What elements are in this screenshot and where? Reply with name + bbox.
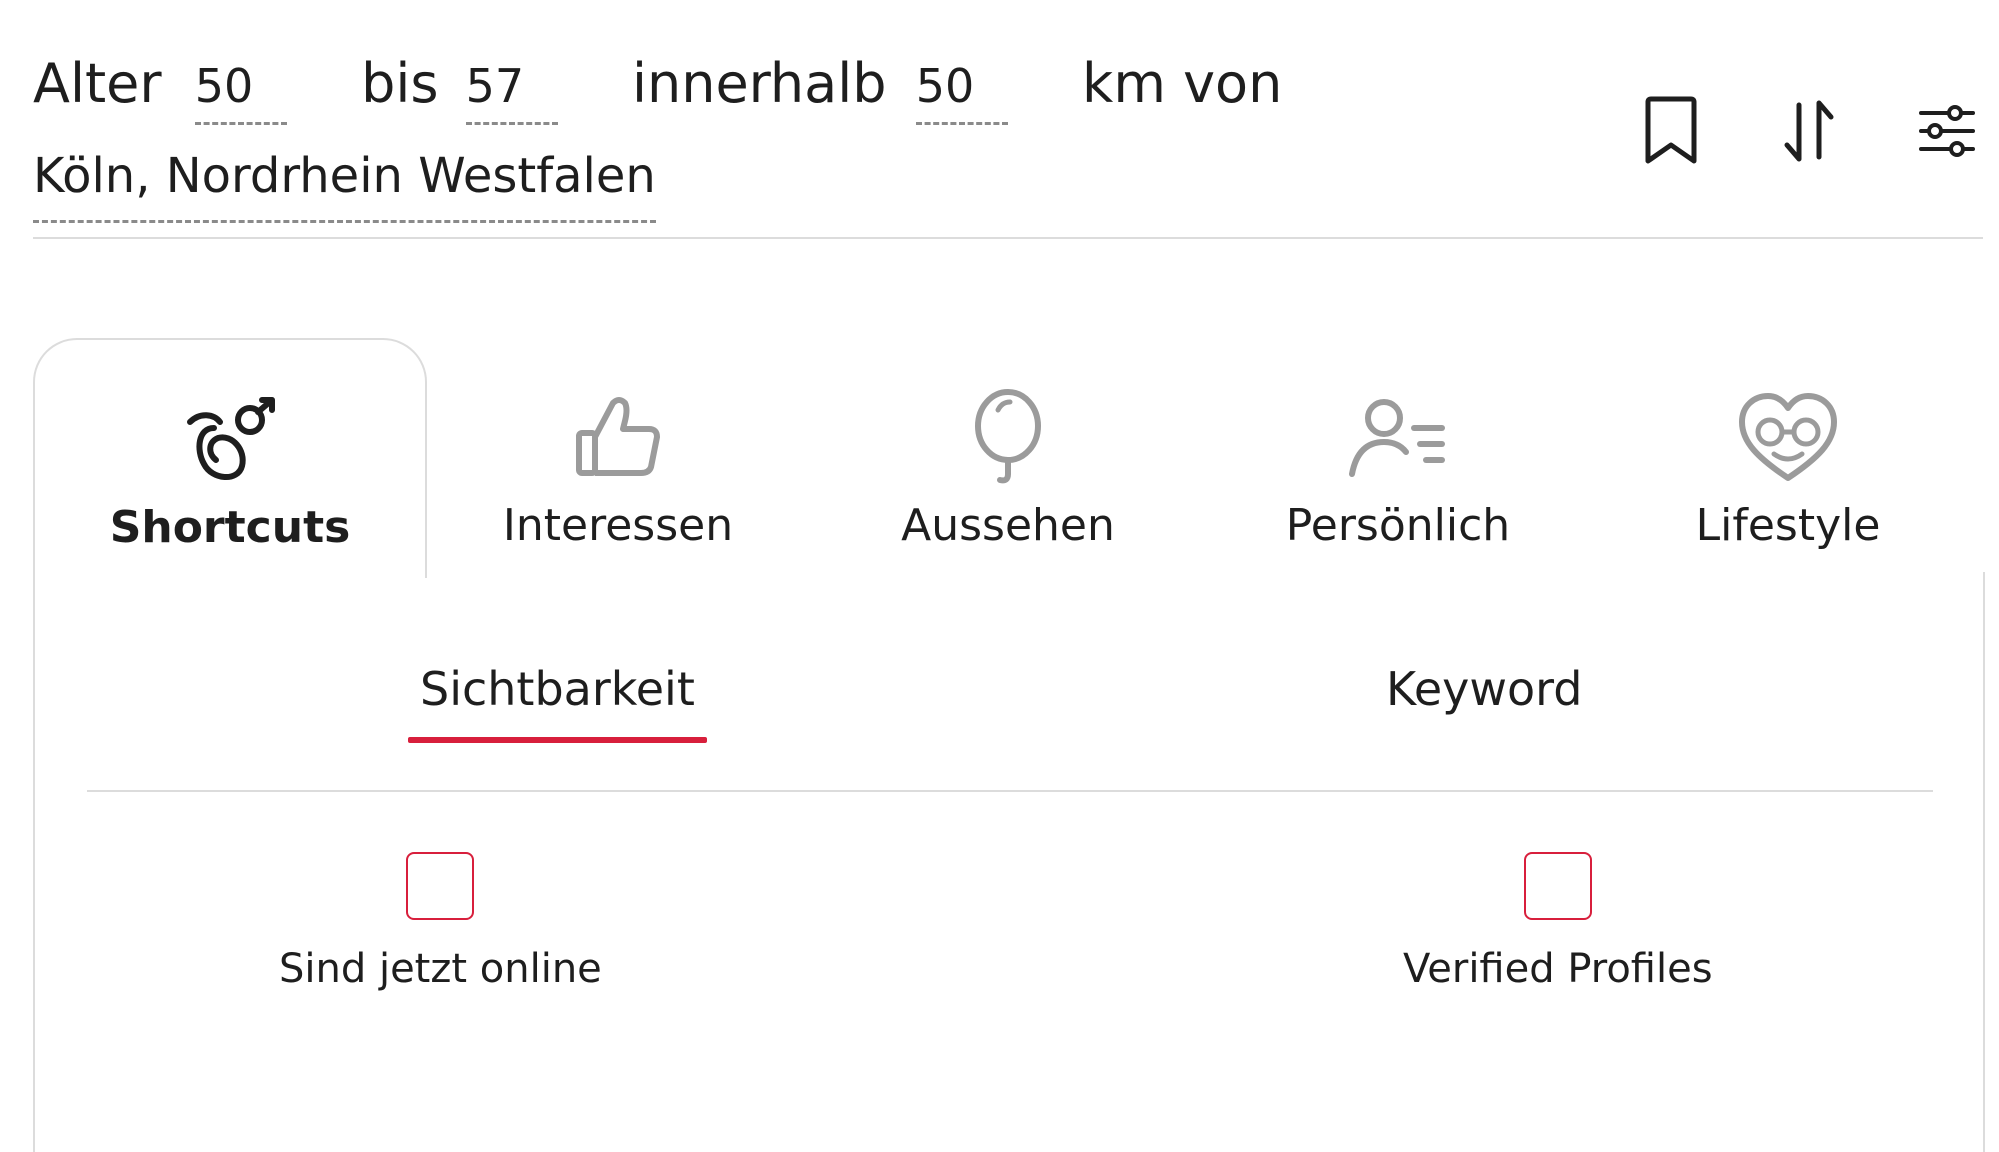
tab-label: Lifestyle [1695,500,1881,551]
age-to-label: bis [361,52,439,115]
verified-profiles-label: Verified Profiles [1403,946,1713,992]
subtab-bar: Sichtbarkeit Keyword [87,572,1933,792]
distance-field[interactable]: 50 [915,52,1008,125]
subtab-keyword[interactable]: Keyword [1386,662,1582,716]
location-row: Köln, Nordrhein Westfalen [33,142,1533,223]
subtab-label: Keyword [1386,662,1583,716]
subtab-label: Sichtbarkeit [420,662,695,716]
verified-profiles-checkbox[interactable] [1523,852,1592,920]
subtab-sichtbarkeit[interactable]: Sichtbarkeit [408,662,707,743]
active-subtab-indicator [408,737,707,743]
sort-button[interactable] [1775,92,1843,170]
category-tabs: Shortcuts Interessen Aussehen Persönlich… [33,338,1983,578]
tab-aussehen[interactable]: Aussehen [813,338,1203,574]
header-divider [33,237,1983,239]
search-summary: Alter 50 bis 57 innerhalb 50 km von Köln… [33,52,1533,223]
shortcuts-icon [187,397,275,480]
distance-label: innerhalb [632,52,887,115]
online-now-label: Sind jetzt online [279,946,602,992]
tab-interessen[interactable]: Interessen [423,338,813,574]
age-to-field[interactable]: 57 [465,52,558,125]
distance-unit-label: km von [1082,52,1283,115]
heart-face-icon [1739,393,1837,481]
tab-label: Shortcuts [109,502,351,553]
mirror-icon [975,389,1041,484]
tab-label: Persönlich [1285,500,1511,551]
shortcuts-panel: Sichtbarkeit Keyword Sind jetzt online V… [33,572,1985,1152]
person-details-icon [1349,399,1445,477]
verified-profiles-option[interactable]: Verified Profiles [1403,852,1713,992]
age-from-field[interactable]: 50 [194,52,287,125]
online-now-option[interactable]: Sind jetzt online [279,852,602,992]
age-label: Alter [33,52,162,115]
filter-settings-button[interactable] [1913,92,1981,170]
thumbs-up-icon [576,397,660,476]
tab-persoenlich[interactable]: Persönlich [1203,338,1593,574]
filter-sliders-icon [1919,105,1975,157]
bookmark-icon [1645,96,1697,164]
tab-label: Aussehen [901,500,1115,551]
save-search-button[interactable] [1637,92,1705,170]
online-now-checkbox[interactable] [406,852,475,920]
tab-label: Interessen [502,500,734,551]
tab-shortcuts[interactable]: Shortcuts [33,338,427,578]
header-actions [1637,92,1981,170]
search-criteria-row: Alter 50 bis 57 innerhalb 50 km von [33,52,1533,142]
tab-lifestyle[interactable]: Lifestyle [1593,338,1983,574]
location-field[interactable]: Köln, Nordrhein Westfalen [33,144,656,223]
sort-icon [1784,100,1834,162]
